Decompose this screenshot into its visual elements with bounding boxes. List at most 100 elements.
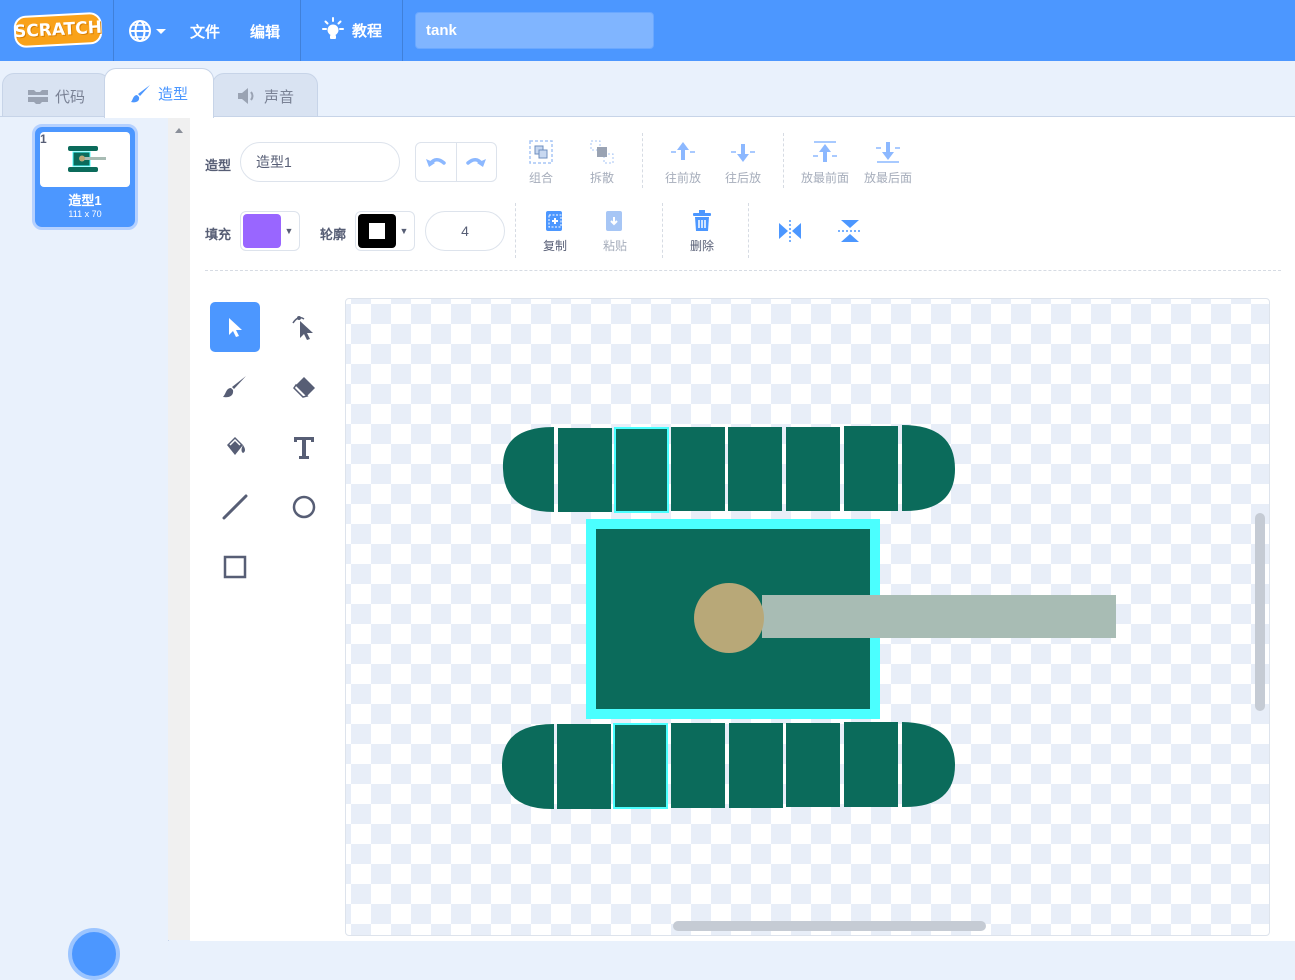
tab-code[interactable]: 代码 (2, 73, 110, 118)
select-tool[interactable] (210, 302, 260, 352)
reshape-icon (292, 316, 313, 340)
tab-costumes[interactable]: 造型 (104, 68, 214, 118)
project-title-input[interactable]: tank (415, 12, 654, 49)
toolbar-separator (662, 203, 663, 258)
stroke-width-input[interactable]: 4 (425, 211, 505, 251)
scroll-up-arrow-icon[interactable] (168, 120, 190, 142)
fill-icon (227, 437, 245, 455)
tab-code-label: 代码 (54, 88, 85, 106)
backward-label: 往后放 (725, 171, 762, 185)
toolbar-separator (642, 133, 643, 188)
scratch-logo[interactable]: SCRATCH (13, 11, 103, 49)
costume-name-input[interactable]: 造型1 (240, 142, 400, 182)
toolbar-separator (515, 203, 516, 258)
caret-down-icon: ▼ (399, 226, 409, 236)
send-to-back-icon (876, 142, 900, 163)
undo-icon (425, 158, 446, 167)
ungroup-label: 拆散 (589, 171, 614, 185)
fill-tool[interactable] (210, 422, 260, 472)
group-button[interactable]: 组合 (527, 138, 555, 186)
canvas-vertical-scrollbar[interactable] (1255, 513, 1265, 711)
trash-icon (693, 210, 711, 231)
select-icon (229, 318, 242, 337)
undo-button[interactable] (416, 143, 456, 181)
caret-down-icon (156, 29, 166, 34)
tank-turret (694, 583, 764, 653)
drawing-canvas[interactable] (345, 298, 1270, 936)
tab-costumes-label: 造型 (157, 86, 188, 103)
circle-icon (292, 495, 316, 519)
forward-label: 往前放 (665, 171, 702, 185)
copy-label: 复制 (542, 239, 567, 253)
costume-name-label: 造型 (205, 158, 232, 173)
brush-icon (223, 376, 246, 398)
costume-list-scrollbar[interactable] (168, 116, 190, 940)
fill-color-picker[interactable]: ▼ (240, 211, 300, 251)
toolbar-divider (205, 270, 1281, 271)
outline-swatch (358, 214, 396, 248)
menu-divider (402, 0, 403, 61)
redo-button[interactable] (455, 143, 497, 181)
tank-thumbnail-image (68, 146, 106, 172)
bring-to-front-button[interactable]: 放最前面 (801, 138, 849, 186)
redo-icon (466, 158, 487, 167)
tab-sounds[interactable]: 声音 (212, 73, 318, 118)
brush-tool[interactable] (210, 362, 260, 412)
ungroup-button[interactable]: 拆散 (588, 138, 616, 186)
speaker-icon (237, 88, 254, 104)
backward-button[interactable]: 往后放 (725, 138, 761, 186)
send-to-back-button[interactable]: 放最后面 (864, 138, 912, 186)
file-menu[interactable]: 文件 (190, 21, 220, 42)
line-tool[interactable] (210, 482, 260, 532)
top-track (502, 425, 955, 513)
canvas-horizontal-scrollbar[interactable] (673, 921, 986, 931)
circle-tool[interactable] (279, 482, 329, 532)
menu-divider (300, 0, 301, 61)
ungroup-icon (590, 140, 614, 164)
costume-item[interactable]: 1 造型1 111 x 70 (32, 124, 138, 230)
group-label: 组合 (528, 171, 553, 185)
costume-name: 造型1 (68, 193, 102, 208)
flip-horizontal-button[interactable] (776, 218, 804, 244)
delete-button[interactable]: 删除 (689, 208, 715, 254)
group-icon (529, 140, 553, 164)
menu-bar: SCRATCH 文件 编辑 教程 tank (0, 0, 1295, 61)
tank-barrel (762, 595, 1116, 638)
bottom-track (501, 722, 955, 810)
text-icon (294, 437, 314, 459)
costume-index: 1 (40, 132, 47, 146)
costume-thumbnail (40, 132, 130, 187)
costume-list-pane (0, 116, 169, 941)
forward-button[interactable]: 往前放 (665, 138, 701, 186)
menu-divider (113, 0, 114, 61)
code-blocks-icon (27, 90, 48, 104)
tutorials-label: 教程 (352, 22, 383, 40)
paintbrush-icon (130, 84, 150, 102)
undo-redo-group (415, 142, 497, 182)
tab-sounds-label: 声音 (263, 88, 294, 106)
outline-label: 轮廓 (320, 227, 347, 242)
eraser-tool[interactable] (279, 362, 329, 412)
rectangle-icon (223, 555, 247, 579)
text-tool[interactable] (279, 422, 329, 472)
toolbar-separator (748, 203, 749, 258)
send-to-back-label: 放最后面 (864, 171, 913, 185)
paste-button[interactable]: 粘贴 (602, 208, 628, 254)
lightbulb-icon (322, 17, 344, 39)
caret-down-icon: ▼ (284, 226, 294, 236)
copy-button[interactable]: 复制 (542, 208, 568, 254)
arrow-up-icon (671, 142, 695, 160)
paste-label: 粘贴 (602, 239, 627, 253)
rectangle-tool[interactable] (210, 542, 260, 592)
reshape-tool[interactable] (279, 302, 329, 352)
flip-vertical-icon (838, 220, 862, 242)
flip-vertical-button[interactable] (836, 218, 864, 244)
add-costume-button[interactable] (68, 928, 120, 980)
language-menu[interactable] (127, 17, 167, 45)
outline-color-picker[interactable]: ▼ (355, 211, 415, 251)
copy-icon (546, 211, 562, 231)
tutorials-button[interactable]: 教程 (320, 17, 382, 43)
tank-drawing (501, 425, 1116, 810)
toolbar-separator (783, 133, 784, 188)
edit-menu[interactable]: 编辑 (250, 21, 280, 42)
